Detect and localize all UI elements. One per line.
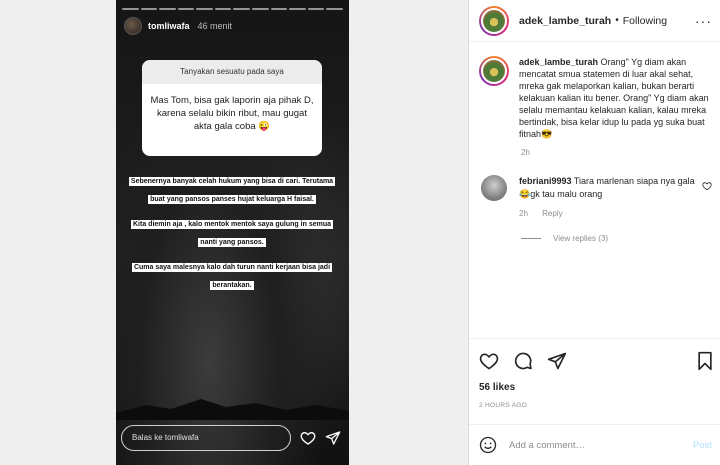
post-author-avatar[interactable] [479,5,509,36]
post-author-username[interactable]: adek_lambe_turah [519,15,611,27]
instagram-post-view: tomliwafa 46 menit Tanyakan sesuatu pada… [0,0,720,465]
comments-section: adek_lambe_turah Orang" Yg diam akan men… [479,56,712,243]
story-username[interactable]: tomliwafa [148,21,190,31]
add-comment-bar: Add a comment… Post [469,424,720,465]
bookmark-icon[interactable] [696,351,714,371]
story-time: 46 menit [197,21,233,31]
mountain-silhouette [116,399,349,420]
post-comment-button[interactable]: Post [693,440,712,451]
story-header: tomliwafa 46 menit [124,17,232,35]
view-replies-label: View replies (3) [553,234,608,243]
likes-count[interactable]: 56 likes [479,382,515,393]
comment-time: 2h [519,209,528,218]
caption-body: Orang" Yg diam akan mencatat smua statem… [519,57,709,139]
comment-bubble-icon[interactable] [513,351,533,371]
post-actions-bar [469,338,720,382]
caption: adek_lambe_turah Orang" Yg diam akan men… [479,56,712,140]
question-sticker-text: Mas Tom, bisa gak laporin aja pihak D, k… [150,95,314,132]
story-text-line: Kita diemin aja , kalo mentok mentok say… [131,220,333,247]
story-reply-bar: Balas ke tomliwafa [121,425,341,451]
question-sticker-header: Tanyakan sesuatu pada saya [142,60,322,84]
emoji-icon[interactable] [479,436,497,454]
comment-text: febriani9993 Tiara marlenan siapa nya ga… [519,175,699,201]
comment-like-icon[interactable] [702,181,712,191]
story-progress-bar [122,8,343,10]
caption-text: adek_lambe_turah Orang" Yg diam akan men… [519,56,712,140]
story-avatar[interactable] [124,17,142,35]
post-header: adek_lambe_turah • Following ··· [469,0,720,42]
post-timestamp: 2 HOURS AGO [479,402,528,409]
view-replies-button[interactable]: View replies (3) [521,234,712,243]
send-icon[interactable] [325,430,341,446]
caption-username[interactable]: adek_lambe_turah [519,57,598,67]
following-button[interactable]: Following [623,15,667,27]
share-send-icon[interactable] [547,351,567,371]
caption-time: 2h [521,148,530,157]
comment-item: febriani9993 Tiara marlenan siapa nya ga… [479,175,712,201]
story-text-block: Sebenernya banyak celah hukum yang bisa … [128,170,336,299]
separator-dot: • [615,15,619,26]
comment-meta: 2h Reply [519,209,712,218]
comment-reply-button[interactable]: Reply [542,209,562,218]
story-text-line: Cuma saya malesnya kalo dah turun nanti … [131,263,333,290]
like-heart-icon[interactable] [479,351,499,371]
heart-icon[interactable] [300,430,316,446]
caption-avatar[interactable] [479,56,509,86]
commenter-username[interactable]: febriani9993 [519,176,572,186]
post-sidebar: adek_lambe_turah • Following ··· adek_la… [468,0,720,465]
commenter-avatar[interactable] [481,175,507,201]
more-options-icon[interactable]: ··· [695,13,712,29]
story-reply-input[interactable]: Balas ke tomliwafa [121,425,291,451]
add-comment-input[interactable]: Add a comment… [509,440,585,451]
story-image: tomliwafa 46 menit Tanyakan sesuatu pada… [116,0,349,465]
question-sticker: Tanyakan sesuatu pada saya Mas Tom, bisa… [142,60,322,156]
story-text-line: Sebenernya banyak celah hukum yang bisa … [128,177,336,204]
